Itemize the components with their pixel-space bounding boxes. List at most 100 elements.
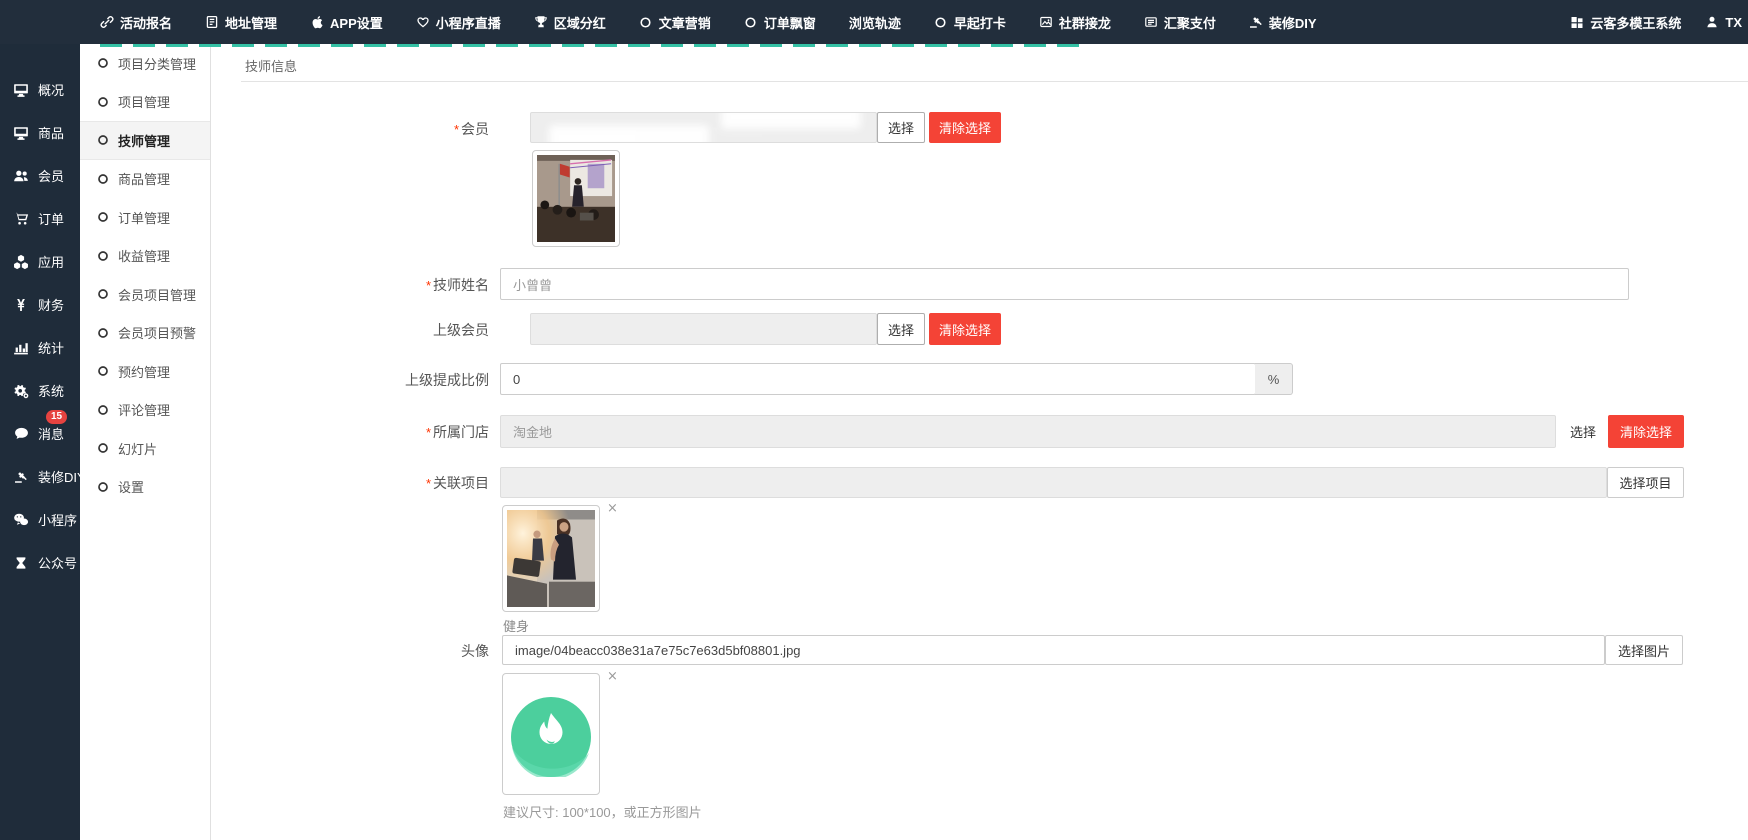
circle-o-dark bbox=[97, 481, 109, 493]
sidebar-item-label: 会员 bbox=[38, 166, 64, 185]
sidebar-item-消息[interactable]: 消息15 bbox=[0, 412, 80, 455]
member-label: *会员 bbox=[211, 119, 489, 139]
sidebar-item-财务[interactable]: 财务 bbox=[0, 283, 80, 326]
parent-select-button[interactable]: 选择 bbox=[877, 313, 925, 345]
apple-icon bbox=[310, 15, 324, 29]
topbar-menu-item[interactable]: 早起打卡 bbox=[934, 13, 1006, 32]
submenu-item-项目管理[interactable]: 项目管理 bbox=[80, 83, 210, 122]
redaction-blur bbox=[549, 125, 709, 143]
topbar-menu-item-label: 小程序直播 bbox=[436, 13, 501, 32]
system-name[interactable]: 云客多模王系统 bbox=[1570, 13, 1681, 32]
sidebar-item-商品[interactable]: 商品 bbox=[0, 111, 80, 154]
submenu-item-收益管理[interactable]: 收益管理 bbox=[80, 237, 210, 276]
gavel-icon bbox=[13, 469, 29, 485]
sidebar-item-应用[interactable]: 应用 bbox=[0, 240, 80, 283]
topbar-menu-item[interactable]: 区域分红 bbox=[534, 13, 606, 32]
hourglass-icon bbox=[13, 555, 29, 571]
sidebar-item-会员[interactable]: 会员 bbox=[0, 154, 80, 197]
circle-icon bbox=[744, 15, 758, 29]
technician-name-input[interactable] bbox=[500, 268, 1629, 300]
commission-ratio-input[interactable] bbox=[500, 363, 1256, 395]
store-clear-button[interactable]: 清除选择 bbox=[1608, 415, 1684, 448]
remove-project-photo-icon[interactable]: × bbox=[607, 503, 618, 515]
store-input[interactable]: 淘金地 bbox=[500, 415, 1556, 448]
gym-photo bbox=[507, 510, 595, 607]
select-project-button[interactable]: 选择项目 bbox=[1607, 467, 1684, 498]
image-icon bbox=[1039, 15, 1053, 29]
user-menu[interactable]: TX bbox=[1705, 15, 1742, 30]
avatar-thumbnail[interactable] bbox=[502, 673, 600, 795]
submenu-item-预约管理[interactable]: 预约管理 bbox=[80, 352, 210, 391]
submenu-item-会员项目预警[interactable]: 会员项目预警 bbox=[80, 314, 210, 353]
submenu-item-项目分类管理[interactable]: 项目分类管理 bbox=[80, 44, 210, 83]
newspaper-icon bbox=[1144, 15, 1158, 29]
circle-icon bbox=[934, 15, 948, 29]
submenu-item-label: 设置 bbox=[118, 477, 144, 496]
sidebar-item-label: 概况 bbox=[38, 80, 64, 99]
yen-icon bbox=[13, 297, 29, 313]
topbar-menu-item[interactable]: APP设置 bbox=[310, 13, 383, 32]
avatar-path-input[interactable] bbox=[502, 635, 1605, 665]
topbar-menu-item-label: 区域分红 bbox=[554, 13, 606, 32]
sidebar-item-概况[interactable]: 概况 bbox=[0, 68, 80, 111]
main-sidebar: 概况商品会员订单应用财务统计系统消息15装修DIY小程序公众号 bbox=[0, 44, 80, 840]
cogs-icon bbox=[13, 383, 29, 399]
technician-name-label: *技师姓名 bbox=[211, 275, 489, 295]
topbar-menu-item[interactable]: 文章营销 bbox=[639, 13, 711, 32]
topbar-menu-item-label: 地址管理 bbox=[225, 13, 277, 32]
commission-ratio-label: 上级提成比例 bbox=[211, 370, 489, 390]
unread-count-badge: 15 bbox=[46, 410, 67, 424]
parent-member-input[interactable] bbox=[530, 313, 877, 345]
member-select-button[interactable]: 选择 bbox=[877, 112, 925, 143]
submenu-item-label: 会员项目预警 bbox=[118, 323, 196, 342]
sidebar-item-系统[interactable]: 系统 bbox=[0, 369, 80, 412]
topbar-menu-item[interactable]: 汇聚支付 bbox=[1144, 13, 1216, 32]
submenu-item-技师管理[interactable]: 技师管理 bbox=[80, 121, 210, 160]
sidebar-item-label: 商品 bbox=[38, 123, 64, 142]
submenu-item-商品管理[interactable]: 商品管理 bbox=[80, 160, 210, 199]
sidebar-item-公众号[interactable]: 公众号 bbox=[0, 541, 80, 584]
member-clear-button[interactable]: 清除选择 bbox=[929, 112, 1001, 143]
sidebar-item-订单[interactable]: 订单 bbox=[0, 197, 80, 240]
circle-o-dark bbox=[97, 288, 109, 300]
circle-o-dark bbox=[97, 57, 109, 69]
submenu-item-订单管理[interactable]: 订单管理 bbox=[80, 198, 210, 237]
topbar-menu-item[interactable]: 活动报名 bbox=[100, 13, 172, 32]
member-input[interactable] bbox=[530, 112, 877, 143]
remove-avatar-icon[interactable]: × bbox=[607, 671, 618, 683]
submenu-item-会员项目管理[interactable]: 会员项目管理 bbox=[80, 275, 210, 314]
topbar-menu-item[interactable]: 地址管理 bbox=[205, 13, 277, 32]
topbar-menu-item[interactable]: 装修DIY bbox=[1249, 13, 1317, 32]
submenu-item-label: 评论管理 bbox=[118, 400, 170, 419]
address-book-icon bbox=[205, 15, 219, 29]
submenu-item-幻灯片[interactable]: 幻灯片 bbox=[80, 429, 210, 468]
topbar-menu-item-label: 汇聚支付 bbox=[1164, 13, 1216, 32]
sidebar-item-统计[interactable]: 统计 bbox=[0, 326, 80, 369]
topbar-menu-item[interactable]: 小程序直播 bbox=[416, 13, 501, 32]
wechat-icon bbox=[13, 512, 29, 528]
sidebar-item-label: 系统 bbox=[38, 381, 64, 400]
member-photo-thumbnail[interactable] bbox=[532, 150, 620, 247]
submenu-item-label: 项目管理 bbox=[118, 92, 170, 111]
topbar-menu-item-label: 早起打卡 bbox=[954, 13, 1006, 32]
topbar-menu-item[interactable]: 浏览轨迹 bbox=[849, 13, 901, 32]
topbar-menu-item[interactable]: 社群接龙 bbox=[1039, 13, 1111, 32]
project-photo-thumbnail[interactable] bbox=[502, 505, 600, 612]
sidebar-item-装修DIY[interactable]: 装修DIY bbox=[0, 455, 80, 498]
circle-o-dark bbox=[97, 96, 109, 108]
avatar-label: 头像 bbox=[211, 641, 489, 661]
submenu-item-设置[interactable]: 设置 bbox=[80, 468, 210, 507]
submenu-item-评论管理[interactable]: 评论管理 bbox=[80, 391, 210, 430]
submenu-item-label: 预约管理 bbox=[118, 362, 170, 381]
topbar-menu-item[interactable]: 订单飘窗 bbox=[744, 13, 816, 32]
username-label: TX bbox=[1725, 15, 1742, 30]
heart-icon bbox=[416, 15, 430, 29]
store-select-button[interactable]: 选择 bbox=[1560, 415, 1606, 448]
select-image-button[interactable]: 选择图片 bbox=[1605, 635, 1683, 665]
parent-clear-button[interactable]: 清除选择 bbox=[929, 313, 1001, 345]
related-project-input[interactable] bbox=[500, 467, 1607, 498]
top-menu: 活动报名 地址管理 APP设置 小程序直播 区域分红 文章营销 订单飘窗 浏览轨迹 早起打卡 社群… bbox=[100, 13, 1317, 32]
topbar-menu-item-label: APP设置 bbox=[330, 13, 383, 32]
tab-technician-info[interactable]: 技师信息 bbox=[241, 44, 301, 75]
sidebar-item-小程序[interactable]: 小程序 bbox=[0, 498, 80, 541]
